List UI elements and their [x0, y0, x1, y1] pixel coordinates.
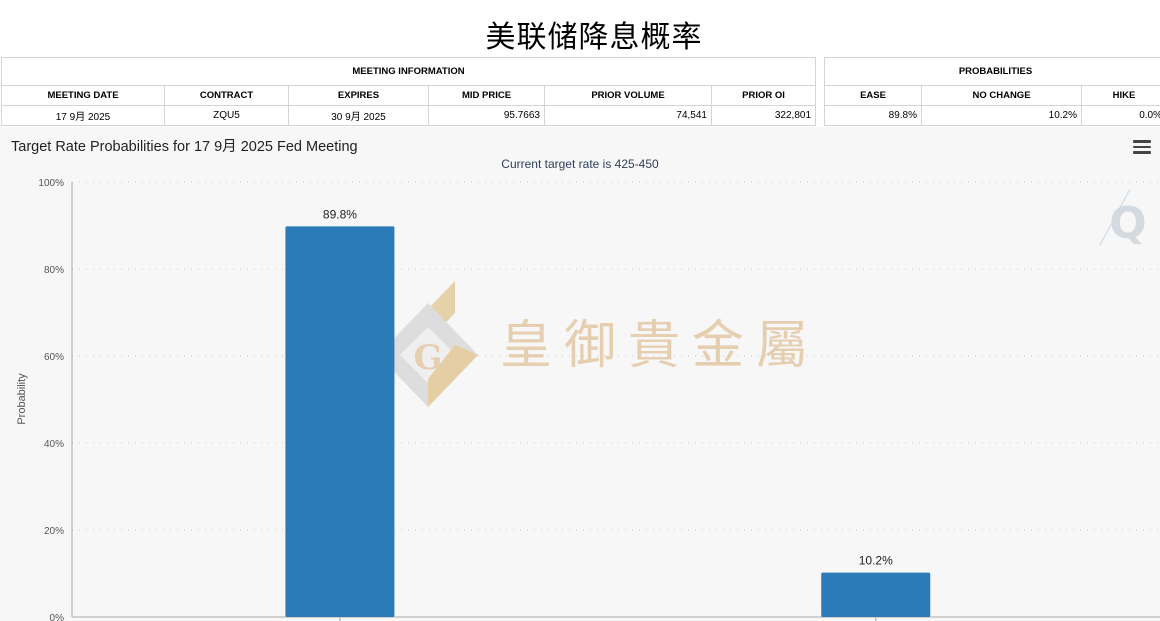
col-header-prior-volume: PRIOR VOLUME	[544, 85, 712, 106]
y-tick-label: 60%	[44, 352, 64, 363]
watermark: G 皇御貴金屬 Q	[378, 188, 1147, 407]
bars	[285, 226, 931, 617]
col-header-ease: EASE	[824, 85, 922, 106]
y-axis: 0% 20% 40% 60% 80% 100%	[38, 178, 1160, 621]
bar-data-label: 10.2%	[859, 554, 893, 568]
bar[interactable]	[285, 226, 395, 617]
chart-title: Target Rate Probabilities for 17 9月 2025…	[11, 139, 358, 155]
cell-ease: 89.8%	[824, 105, 922, 126]
page-title: 美联储降息概率	[485, 20, 703, 55]
corner-letter: Q	[1109, 198, 1146, 249]
y-tick-label: 20%	[44, 526, 64, 537]
hamburger-menu-icon[interactable]	[1133, 140, 1151, 154]
corner-q-icon: Q	[1099, 188, 1147, 249]
table-row: 17 9月 2025 ZQU5 30 9月 2025 95.7663 74,54…	[1, 105, 817, 126]
col-header-no-change: NO CHANGE	[921, 85, 1082, 106]
table-row: 89.8% 10.2% 0.0%	[824, 105, 1160, 126]
cell-expires: 30 9月 2025	[288, 105, 429, 126]
col-header-contract: CONTRACT	[164, 85, 289, 106]
chart-container: G 皇御貴金屬 Q 0% 20% 40% 60% 80% 100% 89.8% 10.2% …	[0, 127, 1160, 621]
cell-mid-price: 95.7663	[428, 105, 545, 126]
bar-data-label: 89.8%	[323, 207, 357, 221]
col-header-meeting-date: MEETING DATE	[1, 85, 165, 106]
watermark-text: 皇御貴金屬	[500, 316, 820, 376]
cell-meeting-date: 17 9月 2025	[1, 105, 165, 126]
cell-no-change: 10.2%	[921, 105, 1082, 126]
y-axis-label: Probability	[16, 373, 28, 425]
probabilities-header: PROBABILITIES	[823, 57, 1160, 86]
y-tick-label: 100%	[38, 178, 64, 189]
data-labels: 89.8% 10.2%	[323, 207, 893, 567]
cell-prior-volume: 74,541	[544, 105, 712, 126]
watermark-logo-letter: G	[413, 338, 442, 378]
cell-hike: 0.0%	[1080, 105, 1160, 126]
bar-chart: G 皇御貴金屬 Q 0%20%40%60%80%100% 89.8%10.2% …	[16, 178, 1160, 621]
y-tick-label: 0%	[50, 613, 65, 621]
col-header-expires: EXPIRES	[288, 85, 429, 106]
y-tick-label: 40%	[44, 439, 64, 450]
probabilities-table: PROBABILITIES EASE NO CHANGE HIKE 89.8% …	[823, 57, 1160, 126]
col-header-prior-oi: PRIOR OI	[710, 85, 817, 106]
col-header-mid-price: MID PRICE	[428, 85, 545, 106]
cell-contract: ZQU5	[164, 105, 289, 126]
meeting-information-table: MEETING INFORMATION MEETING DATE CONTRAC…	[0, 57, 817, 126]
cell-prior-oi: 322,801	[710, 105, 817, 126]
bar[interactable]	[821, 572, 931, 617]
col-header-hike: HIKE	[1080, 85, 1160, 106]
chart-subtitle: Current target rate is 425-450	[501, 157, 659, 171]
y-tick-label: 80%	[44, 265, 64, 276]
meeting-information-header: MEETING INFORMATION	[0, 57, 817, 86]
